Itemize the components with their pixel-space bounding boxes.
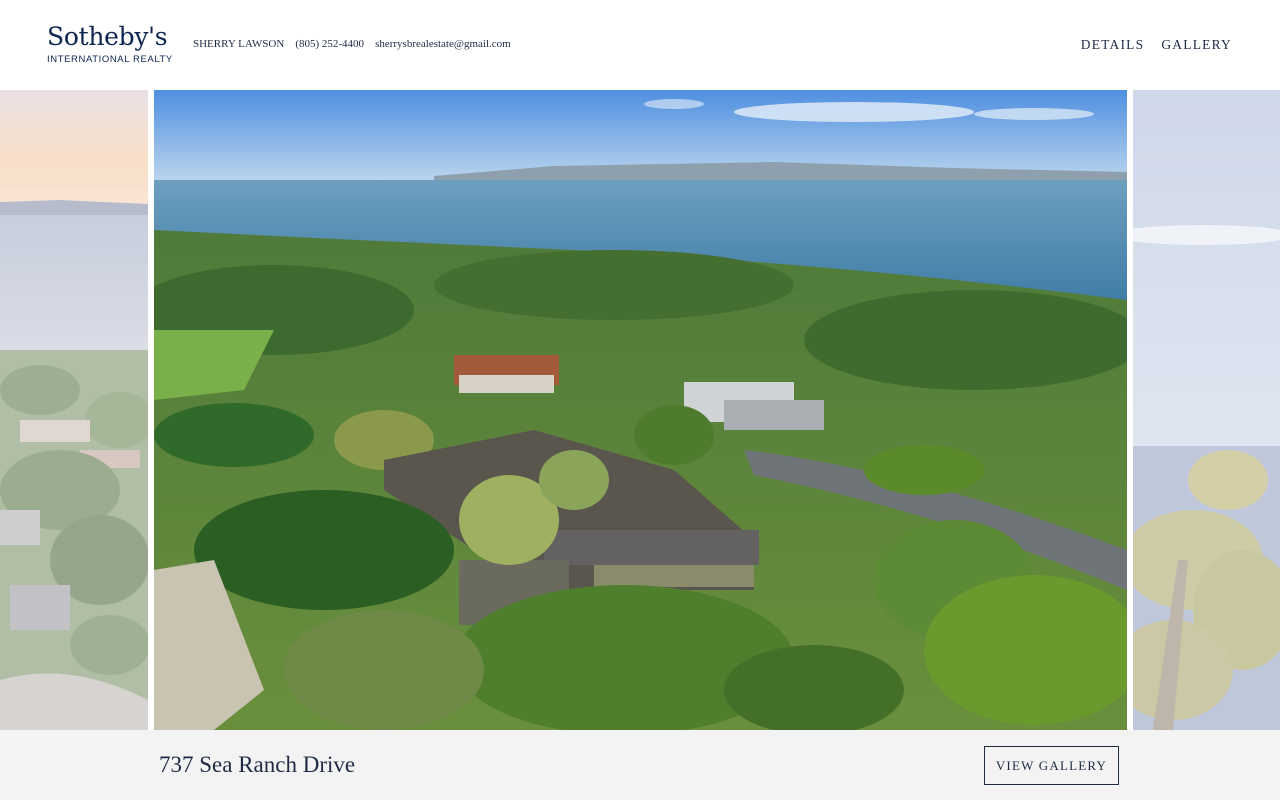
agent-name: SHERRY LAWSON [193, 38, 285, 50]
listing-footer: 737 Sea Ranch Drive VIEW GALLERY [0, 730, 1280, 800]
main-nav: DETAILS GALLERY [1081, 37, 1232, 53]
nav-gallery[interactable]: GALLERY [1161, 37, 1232, 53]
agent-contact: SHERRY LAWSON (805) 252-4400 sherrysbrea… [193, 38, 511, 50]
sothebys-logo[interactable]: Sotheby's INTERNATIONAL REALTY [47, 22, 173, 66]
next-photo[interactable] [1133, 90, 1280, 730]
logo-tagline: INTERNATIONAL REALTY [47, 54, 173, 65]
sunset-coastal-photo [0, 90, 148, 730]
ocean-eucalyptus-photo [1133, 90, 1280, 730]
site-header: Sotheby's INTERNATIONAL REALTY SHERRY LA… [0, 0, 1280, 90]
photo-carousel[interactable] [0, 90, 1280, 730]
main-photo[interactable] [154, 90, 1127, 730]
agent-email[interactable]: sherrysbrealestate@gmail.com [375, 38, 511, 50]
agent-phone[interactable]: (805) 252-4400 [295, 38, 364, 50]
view-gallery-button[interactable]: VIEW GALLERY [984, 746, 1119, 785]
nav-details[interactable]: DETAILS [1081, 37, 1145, 53]
listing-address: 737 Sea Ranch Drive [159, 752, 356, 777]
logo-wordmark: Sotheby's [47, 22, 168, 51]
aerial-estate-photo [154, 90, 1127, 730]
previous-photo[interactable] [0, 90, 148, 730]
